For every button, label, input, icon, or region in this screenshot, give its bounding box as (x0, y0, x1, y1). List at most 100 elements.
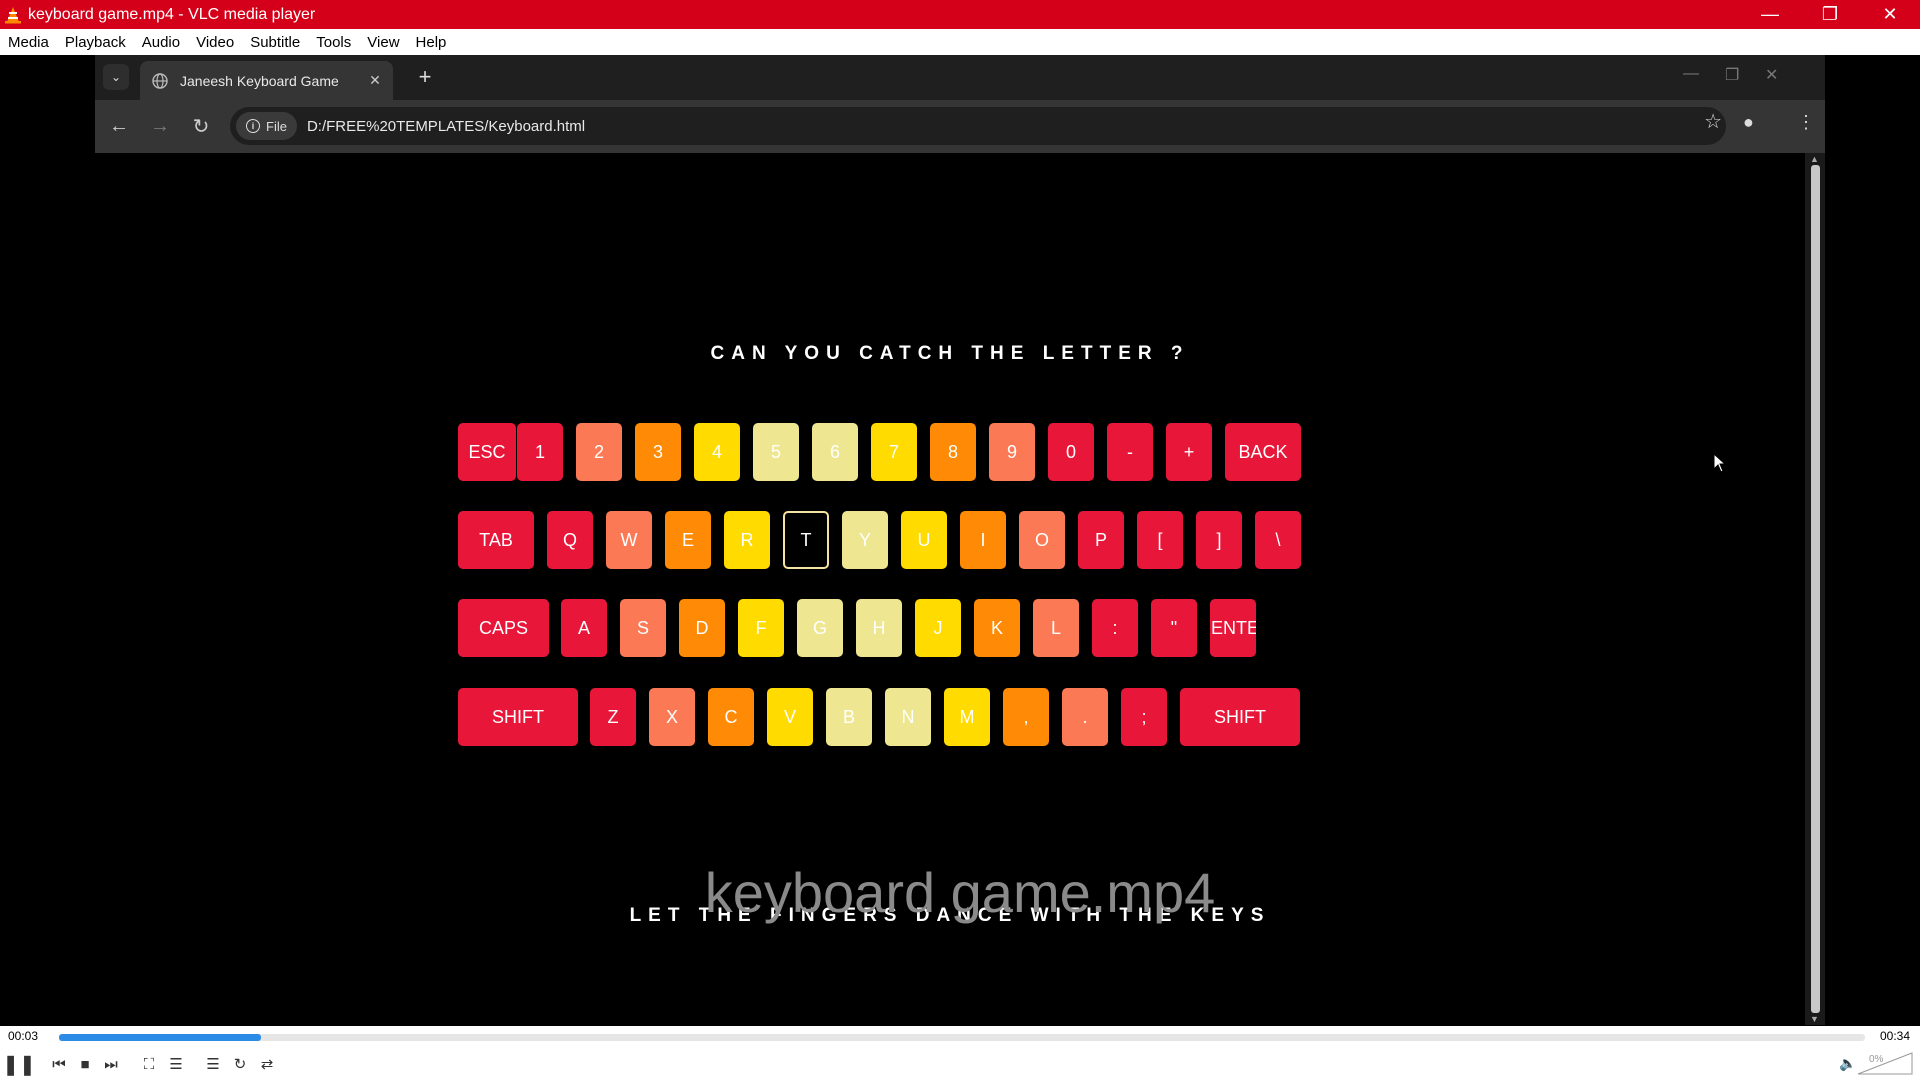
previous-icon[interactable]: ⏮ (48, 1053, 70, 1075)
key-symbol[interactable]: + (1166, 423, 1212, 481)
key-j[interactable]: J (915, 599, 961, 657)
key-9[interactable]: 9 (989, 423, 1035, 481)
menu-view[interactable]: View (361, 34, 405, 51)
menu-tools[interactable]: Tools (310, 34, 357, 51)
key-caps[interactable]: CAPS (458, 599, 549, 657)
key-x[interactable]: X (649, 688, 695, 746)
new-tab-icon[interactable]: + (413, 64, 437, 89)
key-v[interactable]: V (767, 688, 813, 746)
browser-restore-icon[interactable]: ❐ (1725, 65, 1739, 85)
profile-icon[interactable]: ● (1743, 112, 1754, 133)
key-1[interactable]: 1 (517, 423, 563, 481)
key-2[interactable]: 2 (576, 423, 622, 481)
key-y[interactable]: Y (842, 511, 888, 569)
video-filename-overlay: keyboard game.mp4 (704, 861, 1216, 924)
volume-slider[interactable]: 🔈 0% (1839, 1052, 1914, 1076)
globe-icon (152, 72, 168, 89)
key-3[interactable]: 3 (635, 423, 681, 481)
browser-close-icon[interactable]: ✕ (1765, 65, 1778, 85)
scroll-up-icon[interactable]: ▲ (1810, 154, 1819, 164)
menu-help[interactable]: Help (410, 34, 453, 51)
key-g[interactable]: G (797, 599, 843, 657)
key-8[interactable]: 8 (930, 423, 976, 481)
bookmark-star-icon[interactable]: ☆ (1704, 109, 1722, 134)
playlist-icon[interactable]: ☰ (202, 1053, 224, 1075)
loop-icon[interactable]: ↻ (229, 1053, 251, 1075)
key-entei[interactable]: ENTEI (1210, 599, 1256, 657)
key-symbol[interactable]: \ (1255, 511, 1301, 569)
next-icon[interactable]: ⏭ (100, 1053, 122, 1075)
key-symbol[interactable]: ; (1121, 688, 1167, 746)
menu-audio[interactable]: Audio (136, 34, 186, 51)
back-arrow-icon[interactable]: ← (107, 114, 131, 138)
forward-arrow-icon[interactable]: → (148, 114, 172, 138)
key-7[interactable]: 7 (871, 423, 917, 481)
key-5[interactable]: 5 (753, 423, 799, 481)
key-symbol[interactable]: . (1062, 688, 1108, 746)
close-icon[interactable]: ✕ (1860, 0, 1920, 29)
kebab-menu-icon[interactable]: ⋮ (1797, 112, 1815, 133)
key-n[interactable]: N (885, 688, 931, 746)
key-esc[interactable]: ESC (458, 423, 516, 481)
tab-close-icon[interactable]: ✕ (365, 72, 385, 89)
key-h[interactable]: H (856, 599, 902, 657)
key-tab[interactable]: TAB (458, 511, 534, 569)
seek-bar[interactable] (59, 1034, 1865, 1041)
key-k[interactable]: K (974, 599, 1020, 657)
key-c[interactable]: C (708, 688, 754, 746)
key-e[interactable]: E (665, 511, 711, 569)
key-p[interactable]: P (1078, 511, 1124, 569)
stop-icon[interactable]: ■ (74, 1053, 96, 1075)
key-o[interactable]: O (1019, 511, 1065, 569)
mouse-cursor-icon (1713, 453, 1727, 473)
browser-toolbar: ← → ↻ i File D:/FREE%20TEMPLATES/Keyboar… (95, 100, 1825, 153)
key-q[interactable]: Q (547, 511, 593, 569)
key-m[interactable]: M (944, 688, 990, 746)
extended-settings-icon[interactable]: ☰ (165, 1053, 187, 1075)
key-b[interactable]: B (826, 688, 872, 746)
scroll-down-icon[interactable]: ▼ (1810, 1014, 1819, 1024)
menu-subtitle[interactable]: Subtitle (244, 34, 306, 51)
key-shift[interactable]: SHIFT (1180, 688, 1300, 746)
key-symbol[interactable]: - (1107, 423, 1153, 481)
key-4[interactable]: 4 (694, 423, 740, 481)
key-d[interactable]: D (679, 599, 725, 657)
key-shift[interactable]: SHIFT (458, 688, 578, 746)
key-back[interactable]: BACK (1225, 423, 1301, 481)
key-0[interactable]: 0 (1048, 423, 1094, 481)
url-text: D:/FREE%20TEMPLATES/Keyboard.html (306, 117, 586, 135)
fullscreen-icon[interactable]: ⛶ (138, 1053, 160, 1075)
vlc-title-bar: keyboard game.mp4 - VLC media player — ❐… (0, 0, 1920, 29)
key-s[interactable]: S (620, 599, 666, 657)
key-r[interactable]: R (724, 511, 770, 569)
reload-icon[interactable]: ↻ (189, 114, 213, 138)
address-bar[interactable]: i File D:/FREE%20TEMPLATES/Keyboard.html (230, 107, 1726, 145)
key-symbol[interactable]: , (1003, 688, 1049, 746)
menu-video[interactable]: Video (190, 34, 240, 51)
key-a[interactable]: A (561, 599, 607, 657)
browser-tab[interactable]: Janeesh Keyboard Game ✕ (140, 61, 393, 100)
shuffle-icon[interactable]: ⇄ (256, 1053, 278, 1075)
key-symbol[interactable]: [ (1137, 511, 1183, 569)
key-i[interactable]: I (960, 511, 1006, 569)
key-z[interactable]: Z (590, 688, 636, 746)
pause-icon[interactable]: ❚❚ (2, 1053, 36, 1076)
key-6[interactable]: 6 (812, 423, 858, 481)
key-t[interactable]: T (783, 511, 829, 569)
tab-search-icon[interactable]: ⌄ (103, 64, 129, 90)
key-l[interactable]: L (1033, 599, 1079, 657)
minimize-icon[interactable]: — (1740, 0, 1800, 29)
key-f[interactable]: F (738, 599, 784, 657)
vlc-controls: 00:03 00:34 ❚❚ ⏮ ■ ⏭ ⛶ ☰ ☰ ↻ ⇄ 🔈 0% (0, 1026, 1920, 1080)
key-symbol[interactable]: : (1092, 599, 1138, 657)
key-symbol[interactable]: " (1151, 599, 1197, 657)
menu-playback[interactable]: Playback (59, 34, 132, 51)
tab-strip: ⌄ Janeesh Keyboard Game ✕ + — ❐ ✕ (95, 55, 1825, 100)
key-w[interactable]: W (606, 511, 652, 569)
browser-minimize-icon[interactable]: — (1683, 65, 1699, 83)
key-symbol[interactable]: ] (1196, 511, 1242, 569)
key-u[interactable]: U (901, 511, 947, 569)
site-info-chip[interactable]: i File (236, 112, 297, 140)
restore-icon[interactable]: ❐ (1800, 0, 1860, 29)
menu-media[interactable]: Media (2, 34, 55, 51)
